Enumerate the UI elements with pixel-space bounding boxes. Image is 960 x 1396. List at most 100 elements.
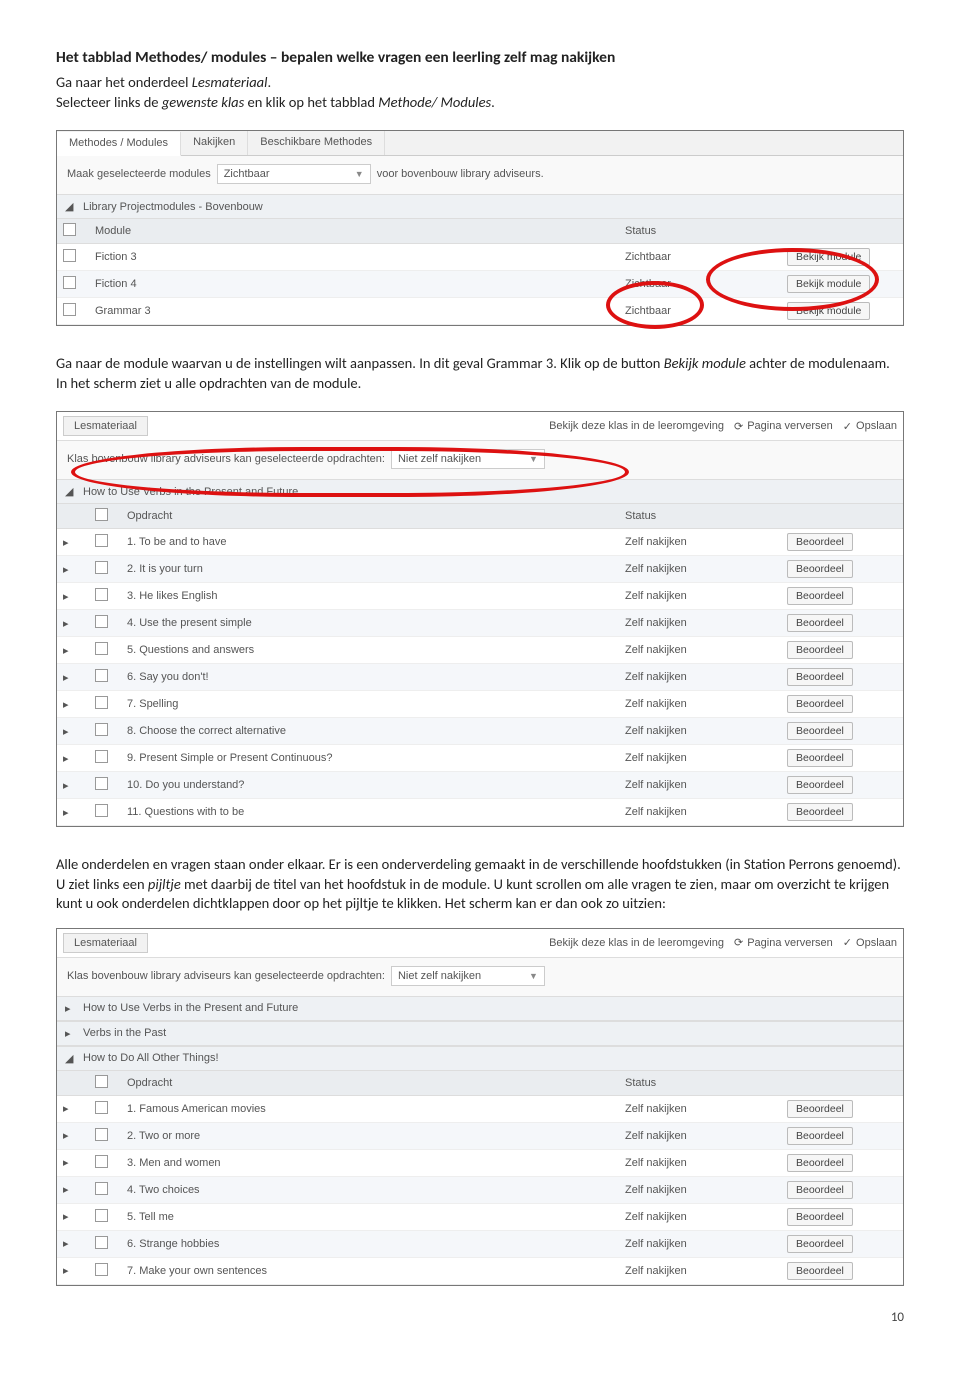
- expander-down-icon[interactable]: ◢: [65, 200, 75, 213]
- screenshot-modules: Methodes / Modules Nakijken Beschikbare …: [56, 130, 904, 326]
- row-checkbox[interactable]: [63, 249, 76, 262]
- beoordeel-button[interactable]: Beoordeel: [787, 803, 853, 821]
- expander-right-icon[interactable]: ▸: [63, 1130, 69, 1142]
- beoordeel-button[interactable]: Beoordeel: [787, 641, 853, 659]
- bekijk-module-button[interactable]: Bekijk module: [787, 275, 870, 293]
- expander-right-icon[interactable]: ▸: [63, 753, 69, 765]
- expander-right-icon[interactable]: ▸: [63, 699, 69, 711]
- expander-right-icon[interactable]: ▸: [63, 1238, 69, 1250]
- expander-right-icon[interactable]: ▸: [63, 564, 69, 576]
- expander-right-icon[interactable]: ▸: [63, 1184, 69, 1196]
- expander-right-icon[interactable]: ▸: [63, 780, 69, 792]
- chevron-down-icon: ▼: [529, 971, 538, 981]
- nakijken-dropdown[interactable]: Niet zelf nakijken ▼: [391, 966, 545, 986]
- expander-right-icon[interactable]: ▸: [65, 1027, 75, 1040]
- row-checkbox[interactable]: [95, 1182, 108, 1195]
- toolbar-text: Klas bovenbouw library adviseurs kan ges…: [67, 970, 385, 982]
- expander-right-icon[interactable]: ▸: [63, 807, 69, 819]
- breadcrumb-lesmateriaal[interactable]: Lesmateriaal: [63, 933, 148, 953]
- beoordeel-button[interactable]: Beoordeel: [787, 560, 853, 578]
- save-link[interactable]: ✓Opslaan: [843, 936, 897, 949]
- row-checkbox[interactable]: [63, 276, 76, 289]
- beoordeel-button[interactable]: Beoordeel: [787, 614, 853, 632]
- opdracht-status: Zelf nakijken: [619, 664, 781, 691]
- expander-right-icon[interactable]: ▸: [63, 672, 69, 684]
- row-checkbox[interactable]: [95, 723, 108, 736]
- row-checkbox[interactable]: [95, 1209, 108, 1222]
- beoordeel-button[interactable]: Beoordeel: [787, 1262, 853, 1280]
- expander-down-icon[interactable]: ◢: [65, 485, 75, 498]
- row-checkbox[interactable]: [95, 696, 108, 709]
- row-checkbox[interactable]: [95, 588, 108, 601]
- beoordeel-button[interactable]: Beoordeel: [787, 1100, 853, 1118]
- beoordeel-button[interactable]: Beoordeel: [787, 749, 853, 767]
- para-2: Ga naar de module waarvan u de instellin…: [56, 354, 904, 393]
- row-checkbox[interactable]: [95, 534, 108, 547]
- expander-right-icon[interactable]: ▸: [63, 1265, 69, 1277]
- tab-methodes-modules[interactable]: Methodes / Modules: [57, 132, 181, 156]
- select-all-checkbox[interactable]: [95, 1075, 108, 1088]
- expander-right-icon[interactable]: ▸: [63, 1157, 69, 1169]
- expander-right-icon[interactable]: ▸: [65, 1002, 75, 1015]
- bekijk-module-button[interactable]: Bekijk module: [787, 248, 870, 266]
- visibility-dropdown[interactable]: Zichtbaar ▼: [217, 164, 371, 184]
- tab-nakijken[interactable]: Nakijken: [181, 131, 248, 155]
- row-checkbox[interactable]: [95, 1263, 108, 1276]
- row-checkbox[interactable]: [95, 615, 108, 628]
- beoordeel-button[interactable]: Beoordeel: [787, 722, 853, 740]
- beoordeel-button[interactable]: Beoordeel: [787, 1235, 853, 1253]
- beoordeel-button[interactable]: Beoordeel: [787, 695, 853, 713]
- beoordeel-button[interactable]: Beoordeel: [787, 1127, 853, 1145]
- row-checkbox[interactable]: [95, 777, 108, 790]
- select-all-checkbox[interactable]: [63, 223, 76, 236]
- chevron-down-icon: ▼: [355, 169, 364, 179]
- col-opdracht: Opdracht: [121, 1071, 619, 1096]
- link-label: Pagina verversen: [747, 937, 833, 949]
- row-checkbox[interactable]: [95, 561, 108, 574]
- beoordeel-button[interactable]: Beoordeel: [787, 1181, 853, 1199]
- row-checkbox[interactable]: [95, 1236, 108, 1249]
- bekijk-module-button[interactable]: Bekijk module: [787, 302, 870, 320]
- opdracht-name: 5. Questions and answers: [121, 637, 619, 664]
- expander-right-icon[interactable]: ▸: [63, 1103, 69, 1115]
- text: Selecteer links de: [56, 93, 162, 111]
- beoordeel-button[interactable]: Beoordeel: [787, 1208, 853, 1226]
- beoordeel-button[interactable]: Beoordeel: [787, 1154, 853, 1172]
- table-row: ▸ 5. Questions and answersZelf nakijken Be…: [57, 637, 903, 664]
- row-checkbox[interactable]: [95, 750, 108, 763]
- breadcrumb-lesmateriaal[interactable]: Lesmateriaal: [63, 416, 148, 436]
- text: met daarbij de titel van het hoofdstuk i…: [56, 875, 889, 913]
- row-checkbox[interactable]: [95, 1101, 108, 1114]
- expander-right-icon[interactable]: ▸: [63, 1211, 69, 1223]
- refresh-page-link[interactable]: ⟳Pagina verversen: [734, 420, 833, 433]
- opdracht-status: Zelf nakijken: [619, 637, 781, 664]
- screenshot-opdrachten-expanded: Lesmateriaal Bekijk deze klas in de leer…: [56, 411, 904, 827]
- view-in-leeromgeving-link[interactable]: Bekijk deze klas in de leeromgeving: [549, 937, 724, 949]
- section-title: Library Projectmodules - Bovenbouw: [83, 201, 263, 213]
- row-checkbox[interactable]: [95, 804, 108, 817]
- opdracht-status: Zelf nakijken: [619, 745, 781, 772]
- refresh-page-link[interactable]: ⟳Pagina verversen: [734, 936, 833, 949]
- select-all-checkbox[interactable]: [95, 508, 108, 521]
- expander-down-icon[interactable]: ◢: [65, 1052, 75, 1065]
- row-checkbox[interactable]: [95, 669, 108, 682]
- expander-right-icon[interactable]: ▸: [63, 726, 69, 738]
- row-checkbox[interactable]: [63, 303, 76, 316]
- view-in-leeromgeving-link[interactable]: Bekijk deze klas in de leeromgeving: [549, 420, 724, 432]
- nakijken-dropdown[interactable]: Niet zelf nakijken ▼: [391, 449, 545, 469]
- tab-beschikbare-methodes[interactable]: Beschikbare Methodes: [248, 131, 385, 155]
- beoordeel-button[interactable]: Beoordeel: [787, 776, 853, 794]
- row-checkbox[interactable]: [95, 1155, 108, 1168]
- expander-right-icon[interactable]: ▸: [63, 591, 69, 603]
- text-italic: pijltje: [148, 875, 181, 893]
- expander-right-icon[interactable]: ▸: [63, 618, 69, 630]
- save-link[interactable]: ✓Opslaan: [843, 420, 897, 433]
- row-checkbox[interactable]: [95, 1128, 108, 1141]
- beoordeel-button[interactable]: Beoordeel: [787, 587, 853, 605]
- row-checkbox[interactable]: [95, 642, 108, 655]
- expander-right-icon[interactable]: ▸: [63, 537, 69, 549]
- beoordeel-button[interactable]: Beoordeel: [787, 533, 853, 551]
- expander-right-icon[interactable]: ▸: [63, 645, 69, 657]
- page-heading: Het tabblad Methodes/ modules – bepalen …: [56, 48, 904, 67]
- beoordeel-button[interactable]: Beoordeel: [787, 668, 853, 686]
